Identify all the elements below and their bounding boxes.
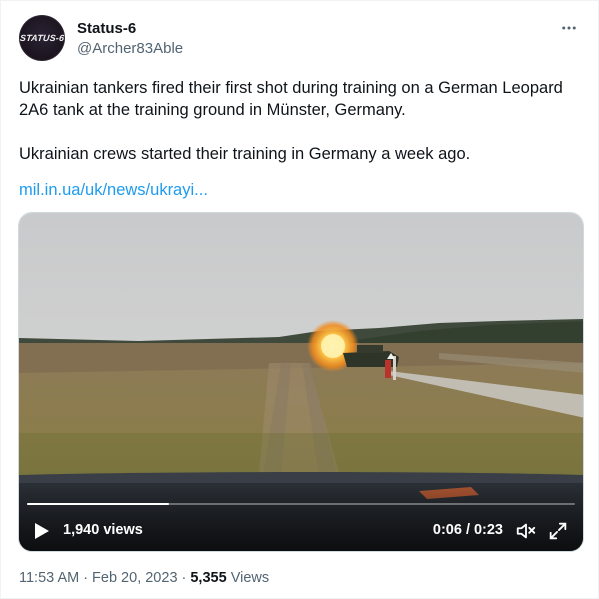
video-progress-bar[interactable]	[27, 503, 575, 505]
tweet-date[interactable]: Feb 20, 2023	[92, 570, 177, 586]
play-icon[interactable]	[31, 521, 51, 541]
views-count[interactable]: 5,355	[190, 570, 226, 586]
tweet-paragraph: Ukrainian crews started their training i…	[19, 145, 471, 163]
video-current-time: 0:06	[432, 522, 462, 538]
video-progress-fill	[27, 503, 170, 505]
author-names: Status-6 @Archer83Able	[77, 19, 183, 58]
tweet-paragraph: Ukrainian tankers fired their first shot…	[19, 79, 563, 119]
expand-icon[interactable]	[547, 520, 569, 542]
video-time-separator: /	[465, 522, 470, 538]
avatar[interactable]: STATUS-6	[19, 15, 65, 61]
tweet-card: STATUS-6 Status-6 @Archer83Able Ukrainia…	[0, 0, 599, 599]
tweet-meta: 11:53 AM · Feb 20, 2023 · 5,355 Views	[19, 568, 269, 588]
volume-muted-icon[interactable]	[515, 520, 537, 542]
tweet-link[interactable]: mil.in.ua/uk/news/ukrayi...	[19, 179, 208, 201]
video-duration: 0:23	[473, 522, 503, 538]
meta-separator: ·	[83, 570, 89, 586]
video-views: 1,940 views	[63, 522, 143, 538]
author-handle[interactable]: @Archer83Able	[77, 39, 183, 58]
tweet-header: STATUS-6 Status-6 @Archer83Able	[19, 15, 584, 63]
video-time: 0:06/0:23	[433, 522, 503, 538]
more-horizontal-icon[interactable]	[558, 17, 580, 39]
tweet-text: Ukrainian tankers fired their first shot…	[19, 77, 579, 165]
views-label: Views	[230, 570, 270, 586]
tweet-time[interactable]: 11:53 AM	[19, 570, 79, 586]
video-player[interactable]: 1,940 views 0:06/0:23	[18, 212, 584, 552]
meta-separator: ·	[181, 570, 187, 586]
video-controls: 1,940 views 0:06/0:23	[19, 485, 583, 551]
author-display-name[interactable]: Status-6	[77, 19, 183, 38]
